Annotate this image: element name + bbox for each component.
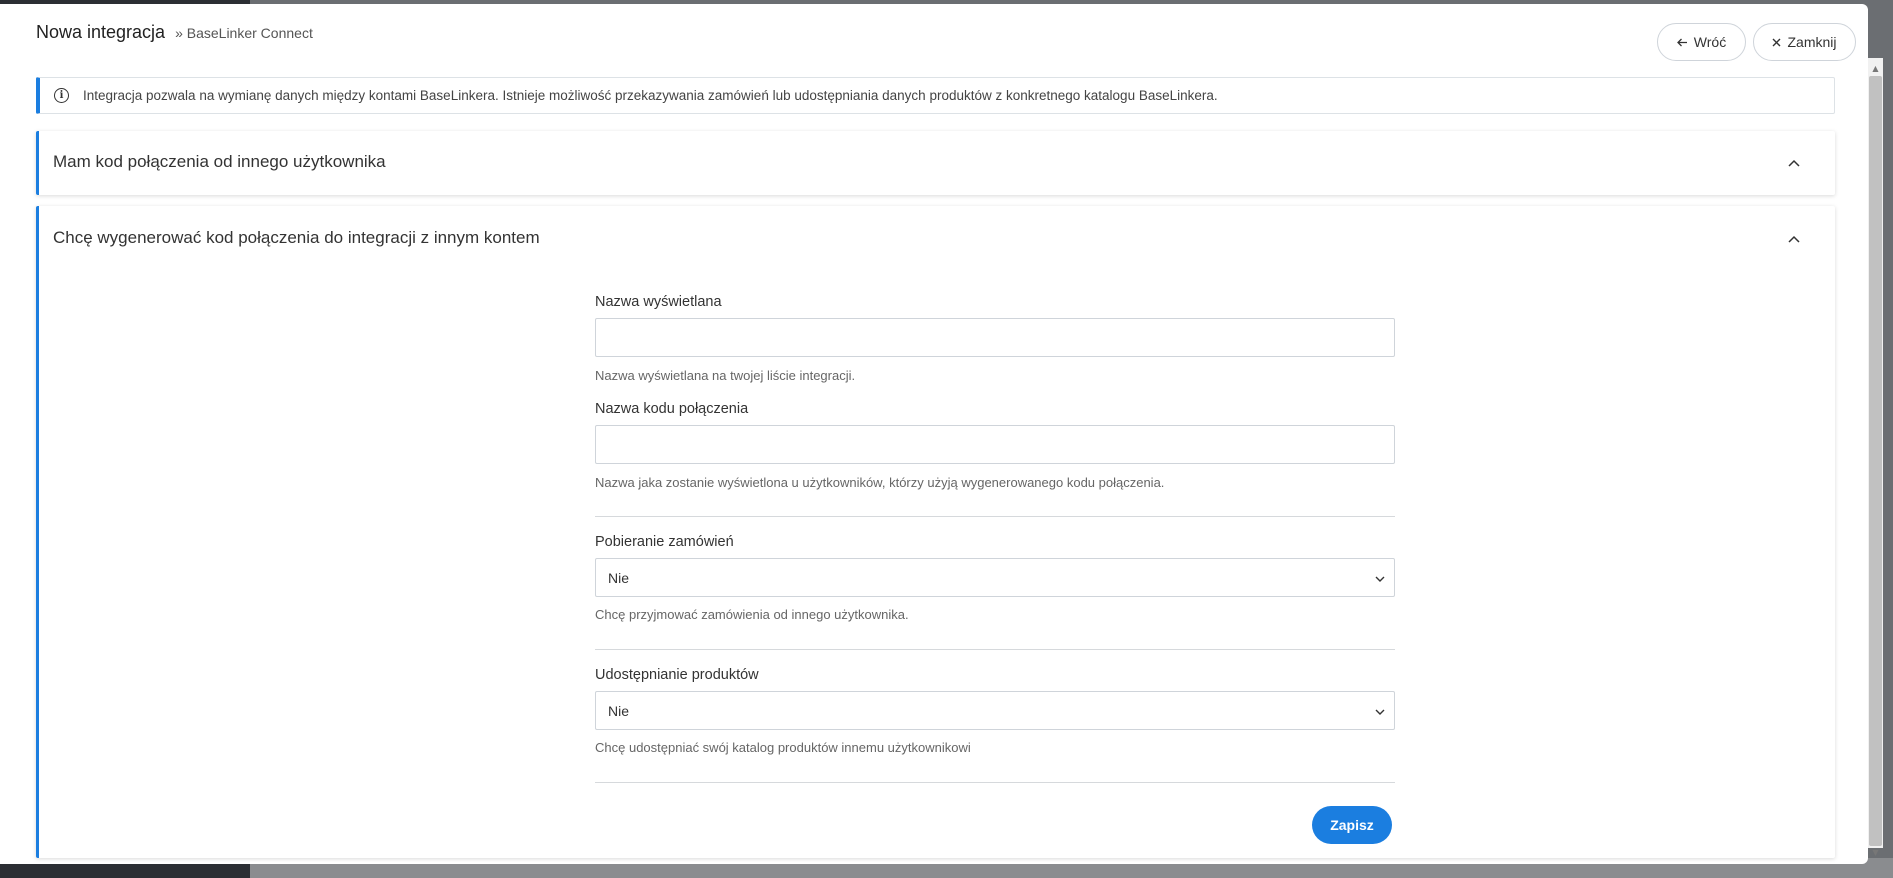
close-button[interactable]: Zamknij	[1753, 23, 1856, 61]
connection-code-name-help: Nazwa jaka zostanie wyświetlona u użytko…	[595, 475, 1165, 490]
arrow-left-icon	[1676, 34, 1688, 50]
divider	[595, 782, 1395, 783]
order-fetching-help: Chcę przyjmować zamówienia od innego uży…	[595, 607, 909, 622]
order-fetching-select[interactable]: Nie	[595, 558, 1395, 597]
info-alert: i Integracja pozwala na wymianę danych m…	[36, 77, 1835, 114]
order-fetching-value: Nie	[608, 569, 630, 586]
close-icon	[1772, 34, 1781, 50]
connection-code-name-input[interactable]	[595, 425, 1395, 464]
panel-generate-connection-code: Chcę wygenerować kod połączenia do integ…	[36, 206, 1835, 858]
order-fetching-label: Pobieranie zamówień	[595, 534, 734, 550]
display-name-input[interactable]	[595, 318, 1395, 357]
display-name-help: Nazwa wyświetlana na twojej liście integ…	[595, 368, 856, 383]
modal-scrollbar-thumb[interactable]	[1869, 76, 1882, 846]
product-sharing-value: Nie	[608, 702, 630, 719]
panel-title: Chcę wygenerować kod połączenia do integ…	[53, 228, 540, 247]
chevron-up-icon[interactable]	[1787, 156, 1801, 170]
product-sharing-select[interactable]: Nie	[595, 691, 1395, 730]
info-text: Integracja pozwala na wymianę danych mię…	[83, 88, 1218, 103]
scroll-up-icon[interactable]: ▲	[1870, 64, 1881, 74]
modal-title: Nowa integracja	[36, 22, 166, 42]
chevron-up-icon[interactable]	[1787, 232, 1801, 246]
back-button[interactable]: Wróć	[1657, 23, 1746, 61]
modal-subtitle: » BaseLinker Connect	[175, 25, 313, 41]
save-button[interactable]: Zapisz	[1312, 806, 1392, 844]
product-sharing-help: Chcę udostępniać swój katalog produktów …	[595, 740, 971, 755]
back-button-label: Wróć	[1693, 34, 1727, 50]
panel-title: Mam kod połączenia od innego użytkownika	[53, 152, 386, 171]
scroll-down-icon[interactable]: ▼	[1870, 848, 1881, 858]
divider	[595, 516, 1395, 517]
display-name-label: Nazwa wyświetlana	[595, 294, 722, 310]
modal-header: Nowa integracja » BaseLinker Connect	[36, 22, 313, 43]
new-integration-modal: Nowa integracja » BaseLinker Connect Wró…	[0, 4, 1868, 864]
connection-code-name-label: Nazwa kodu połączenia	[595, 401, 749, 417]
divider	[595, 649, 1395, 650]
close-button-label: Zamknij	[1787, 34, 1837, 50]
panel-have-connection-code[interactable]: Mam kod połączenia od innego użytkownika	[36, 131, 1835, 195]
chevron-down-icon	[1374, 572, 1386, 584]
chevron-down-icon	[1374, 705, 1386, 717]
info-icon: i	[54, 88, 69, 103]
product-sharing-label: Udostępnianie produktów	[595, 667, 759, 683]
